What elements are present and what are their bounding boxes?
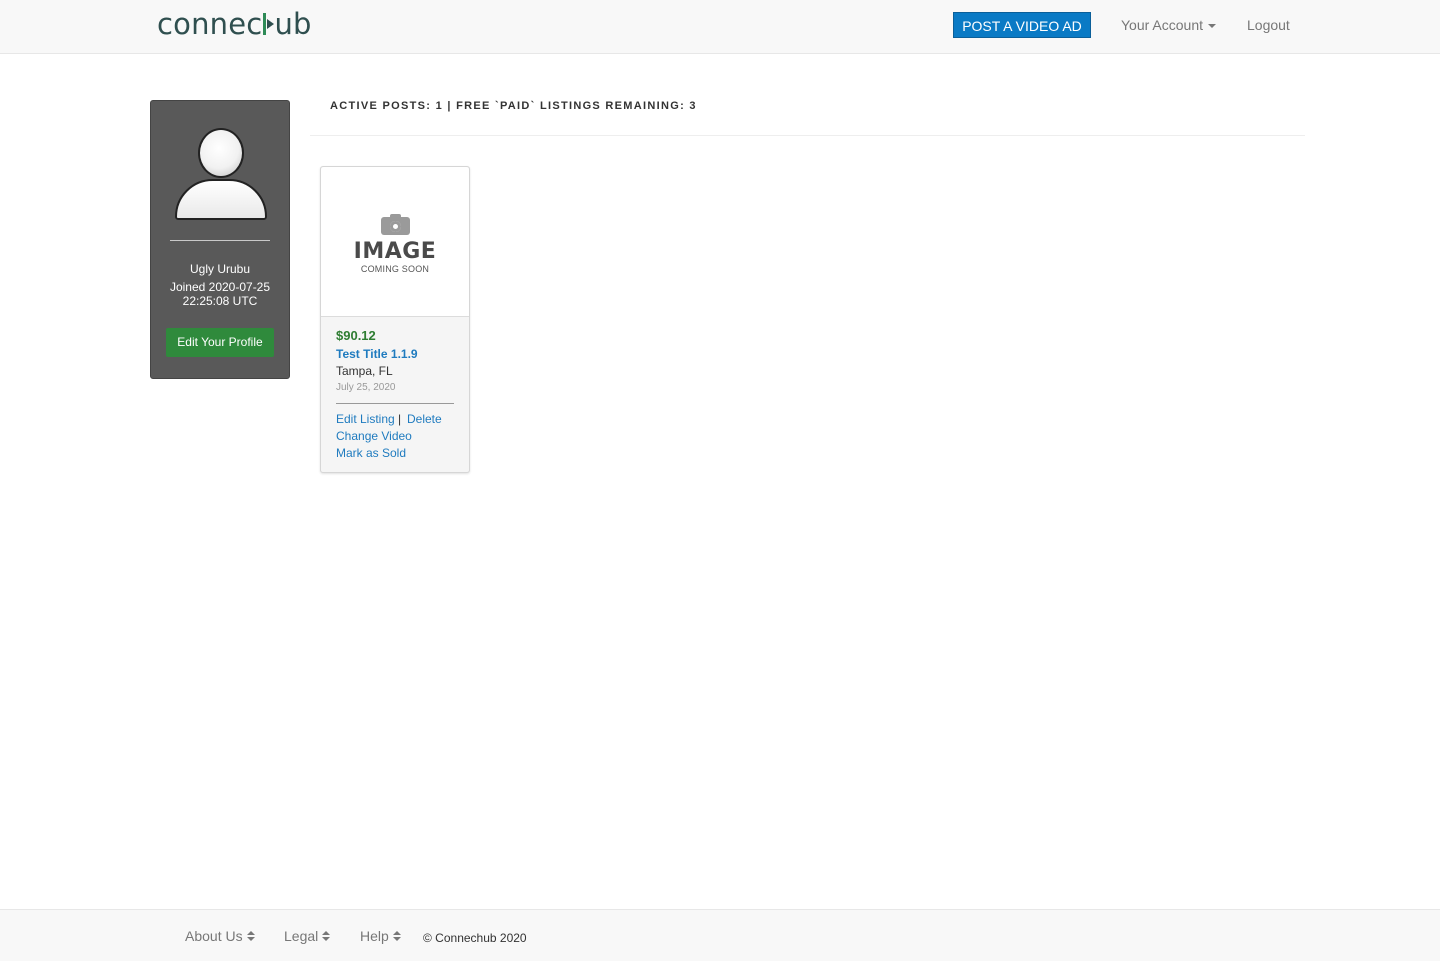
listing-location: Tampa, FL bbox=[336, 364, 393, 378]
your-account-label: Your Account bbox=[1121, 17, 1203, 33]
play-icon bbox=[263, 11, 275, 37]
image-placeholder-subtitle: COMING SOON bbox=[360, 264, 430, 274]
edit-profile-button[interactable]: Edit Your Profile bbox=[166, 328, 274, 357]
listing-thumbnail[interactable]: IMAGE COMING SOON bbox=[321, 167, 469, 317]
footer-help[interactable]: Help bbox=[360, 928, 401, 944]
profile-card: Ugly Urubu Joined 2020-07-25 22:25:08 UT… bbox=[150, 100, 290, 379]
profile-joined-date: Joined 2020-07-25 22:25:08 UTC bbox=[169, 280, 271, 308]
image-placeholder-title: IMAGE bbox=[353, 239, 437, 264]
edit-listing-link[interactable]: Edit Listing bbox=[336, 412, 395, 426]
listing-divider bbox=[336, 403, 454, 404]
change-video-link[interactable]: Change Video bbox=[336, 429, 412, 443]
stats-divider bbox=[310, 135, 1305, 136]
footer-legal-label: Legal bbox=[284, 928, 319, 944]
top-navbar: connec ub POST A VIDEO AD Your Account Lo… bbox=[0, 0, 1440, 54]
logo-text-left: connec bbox=[157, 7, 263, 41]
listing-title-link[interactable]: Test Title 1.1.9 bbox=[336, 347, 418, 361]
sort-icon bbox=[246, 931, 255, 942]
profile-divider bbox=[170, 240, 270, 241]
listing-stats: ACTIVE POSTS: 1 | FREE `PAID` LISTINGS R… bbox=[330, 100, 697, 112]
post-video-ad-button[interactable]: POST A VIDEO AD bbox=[953, 12, 1091, 38]
connechub-logo[interactable]: connec ub bbox=[157, 8, 312, 40]
footer-legal[interactable]: Legal bbox=[284, 928, 331, 944]
avatar-icon bbox=[173, 127, 268, 223]
footer: About Us Legal Help © Connechub 2020 bbox=[0, 909, 1440, 961]
footer-help-label: Help bbox=[360, 928, 389, 944]
camera-icon bbox=[381, 214, 410, 235]
footer-about-label: About Us bbox=[185, 928, 243, 944]
caret-down-icon bbox=[1208, 24, 1216, 29]
sort-icon bbox=[322, 931, 331, 942]
mark-as-sold-link[interactable]: Mark as Sold bbox=[336, 446, 406, 460]
listing-price: $90.12 bbox=[336, 328, 376, 343]
delete-listing-link[interactable]: Delete bbox=[407, 412, 442, 426]
footer-copyright: © Connechub 2020 bbox=[423, 931, 527, 945]
listing-card: IMAGE COMING SOON $90.12 Test Title 1.1.… bbox=[320, 166, 470, 473]
logout-link[interactable]: Logout bbox=[1247, 17, 1290, 33]
action-separator: | bbox=[398, 412, 402, 426]
footer-about-us[interactable]: About Us bbox=[185, 928, 255, 944]
profile-name: Ugly Urubu bbox=[189, 262, 251, 276]
your-account-dropdown[interactable]: Your Account bbox=[1121, 17, 1216, 33]
logo-text-right: ub bbox=[274, 7, 312, 41]
sort-icon bbox=[392, 931, 401, 942]
listing-date: July 25, 2020 bbox=[336, 382, 396, 393]
